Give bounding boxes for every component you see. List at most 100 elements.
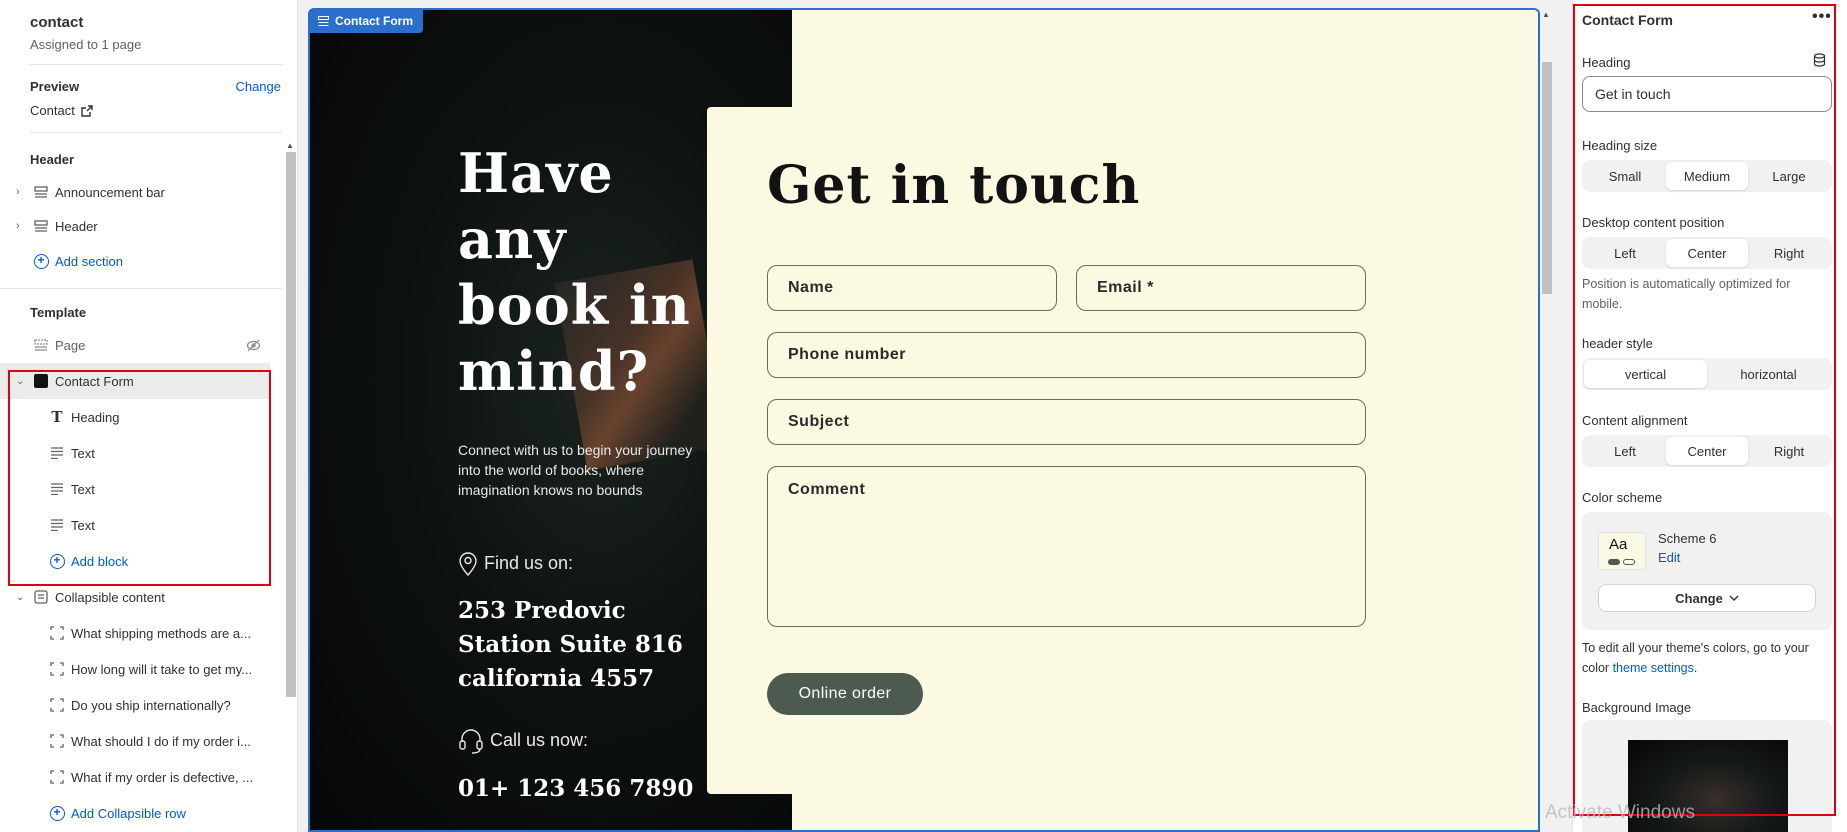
- block-label: Heading: [71, 409, 120, 425]
- block-label: Text: [71, 517, 95, 533]
- scheme-edit-link[interactable]: Edit: [1658, 550, 1680, 565]
- sidebar-item-collapsible-content[interactable]: ⌄ Collapsible content: [0, 579, 270, 615]
- content-alignment-right[interactable]: Right: [1748, 437, 1830, 465]
- sidebar-item-label: Announcement bar: [55, 184, 165, 200]
- comment-textarea[interactable]: Comment: [767, 466, 1366, 627]
- collapsible-row-item[interactable]: How long will it take to get my...: [0, 651, 270, 687]
- content-alignment-center[interactable]: Center: [1666, 437, 1748, 465]
- sidebar-item-contact-form[interactable]: ⌄ Contact Form: [0, 363, 270, 399]
- assigned-count: Assigned to 1 page: [30, 37, 142, 52]
- dynamic-source-icon[interactable]: [1813, 53, 1826, 67]
- sidebar-scrollbar[interactable]: [286, 152, 296, 697]
- preview-change-link[interactable]: Change: [235, 79, 281, 94]
- collapsible-row-icon: [49, 769, 65, 785]
- heading-input[interactable]: Get in touch: [1582, 76, 1832, 112]
- heading-size-small[interactable]: Small: [1584, 162, 1666, 190]
- preview-page-link[interactable]: Contact: [0, 94, 297, 118]
- collapsible-row-icon: [49, 625, 65, 641]
- sidebar-item-label: Header: [55, 218, 98, 234]
- paragraph-icon: [49, 445, 65, 461]
- online-order-button[interactable]: Online order: [767, 673, 923, 715]
- desktop-position-label: Desktop content position: [1582, 215, 1725, 230]
- section-icon: [33, 218, 49, 234]
- subject-field[interactable]: Subject: [767, 399, 1366, 445]
- header-style-horizontal[interactable]: horizontal: [1707, 360, 1830, 388]
- color-scheme-card: Aa Scheme 6 Edit Change: [1582, 512, 1832, 630]
- block-item-text[interactable]: Text: [0, 435, 270, 471]
- chevron-down-icon[interactable]: ⌄: [16, 376, 26, 387]
- location-pin-icon: [459, 552, 477, 576]
- external-link-icon: [81, 104, 93, 117]
- add-circle-icon: +: [49, 553, 65, 569]
- find-us-label: Find us on:: [458, 550, 573, 576]
- chevron-down-icon: [1729, 595, 1739, 601]
- chevron-right-icon[interactable]: ›: [16, 186, 26, 198]
- sidebar-item-label: Contact Form: [55, 373, 134, 389]
- collapsible-row-item[interactable]: What if my order is defective, ...: [0, 759, 270, 795]
- swatch-pill: [1623, 559, 1635, 565]
- heading-size-selector: Small Medium Large: [1582, 160, 1832, 192]
- swatch-pill: [1608, 559, 1620, 565]
- desktop-position-left[interactable]: Left: [1584, 239, 1666, 267]
- desktop-position-help: Position is automatically optimized for …: [1582, 277, 1791, 311]
- settings-title: Contact Form: [1582, 12, 1673, 28]
- content-alignment-left[interactable]: Left: [1584, 437, 1666, 465]
- selected-section-tag[interactable]: Contact Form: [310, 10, 423, 33]
- add-section-label: Add section: [55, 253, 123, 269]
- contact-form-card: Get in touch Name Email * Phone number S…: [707, 107, 1426, 794]
- canvas-scrollbar[interactable]: [1542, 62, 1552, 294]
- section-tag-label: Contact Form: [335, 14, 413, 28]
- collapsible-row-icon: [49, 697, 65, 713]
- page-name: contact: [30, 14, 84, 31]
- paragraph-icon: [49, 481, 65, 497]
- chevron-right-icon[interactable]: ›: [16, 220, 26, 232]
- email-field[interactable]: Email *: [1076, 265, 1366, 311]
- sidebar-item-page[interactable]: Page: [0, 327, 270, 363]
- template-group-title: Template: [30, 305, 87, 320]
- collapsible-section-icon: [33, 589, 49, 605]
- theme-settings-link[interactable]: theme settings: [1613, 661, 1694, 675]
- header-style-label: header style: [1582, 336, 1653, 351]
- heading-label: Heading: [1582, 55, 1631, 70]
- desktop-position-right[interactable]: Right: [1748, 239, 1830, 267]
- collapsible-row-icon: [49, 733, 65, 749]
- block-item-text[interactable]: Text: [0, 507, 270, 543]
- sidebar-item-header[interactable]: › Header: [0, 208, 270, 244]
- heading-size-medium[interactable]: Medium: [1666, 162, 1748, 190]
- content-alignment-label: Content alignment: [1582, 413, 1688, 428]
- scheme-name: Scheme 6: [1658, 531, 1717, 546]
- scheme-change-button[interactable]: Change: [1598, 584, 1816, 612]
- divider: [30, 132, 282, 133]
- sidebar-item-announcement-bar[interactable]: › Announcement bar: [0, 174, 270, 210]
- collapsible-row-icon: [49, 661, 65, 677]
- add-section-button[interactable]: + Add section: [0, 243, 270, 279]
- add-block-button[interactable]: + Add block: [0, 543, 270, 579]
- windows-activation-watermark: Activate Windows: [1545, 802, 1695, 823]
- sidebar-item-label: Page: [55, 337, 86, 353]
- scroll-up-arrow-icon[interactable]: ▲: [286, 141, 294, 150]
- block-label: What shipping methods are a...: [71, 625, 251, 641]
- scroll-up-arrow-icon[interactable]: ▲: [1542, 10, 1550, 19]
- phone-field[interactable]: Phone number: [767, 332, 1366, 378]
- collapsible-row-item[interactable]: What shipping methods are a...: [0, 615, 270, 651]
- collapsible-row-item[interactable]: What should I do if my order i...: [0, 723, 270, 759]
- more-options-icon[interactable]: •••: [1812, 8, 1832, 26]
- block-item-heading[interactable]: T Heading: [0, 399, 270, 435]
- collapsible-row-item[interactable]: Do you ship internationally?: [0, 687, 270, 723]
- heading-size-large[interactable]: Large: [1748, 162, 1830, 190]
- scheme-change-label: Change: [1675, 590, 1723, 606]
- block-item-text[interactable]: Text: [0, 471, 270, 507]
- desktop-position-selector: Left Center Right: [1582, 237, 1832, 269]
- preview-label: Preview: [30, 79, 80, 94]
- header-style-vertical[interactable]: vertical: [1584, 360, 1707, 388]
- add-collapsible-row-button[interactable]: + Add Collapsible row: [0, 795, 270, 831]
- chevron-down-icon[interactable]: ⌄: [16, 592, 26, 603]
- address-text: 253 Predovic Station Suite 816 californi…: [458, 597, 683, 692]
- name-field[interactable]: Name: [767, 265, 1057, 311]
- background-image-label: Background Image: [1582, 700, 1692, 715]
- eye-off-icon[interactable]: [245, 337, 261, 353]
- theme-editor: contact Assigned to 1 page Preview Chang…: [0, 0, 1847, 832]
- headset-icon: [459, 729, 483, 754]
- desktop-position-center[interactable]: Center: [1666, 239, 1748, 267]
- header-group-title: Header: [30, 152, 75, 167]
